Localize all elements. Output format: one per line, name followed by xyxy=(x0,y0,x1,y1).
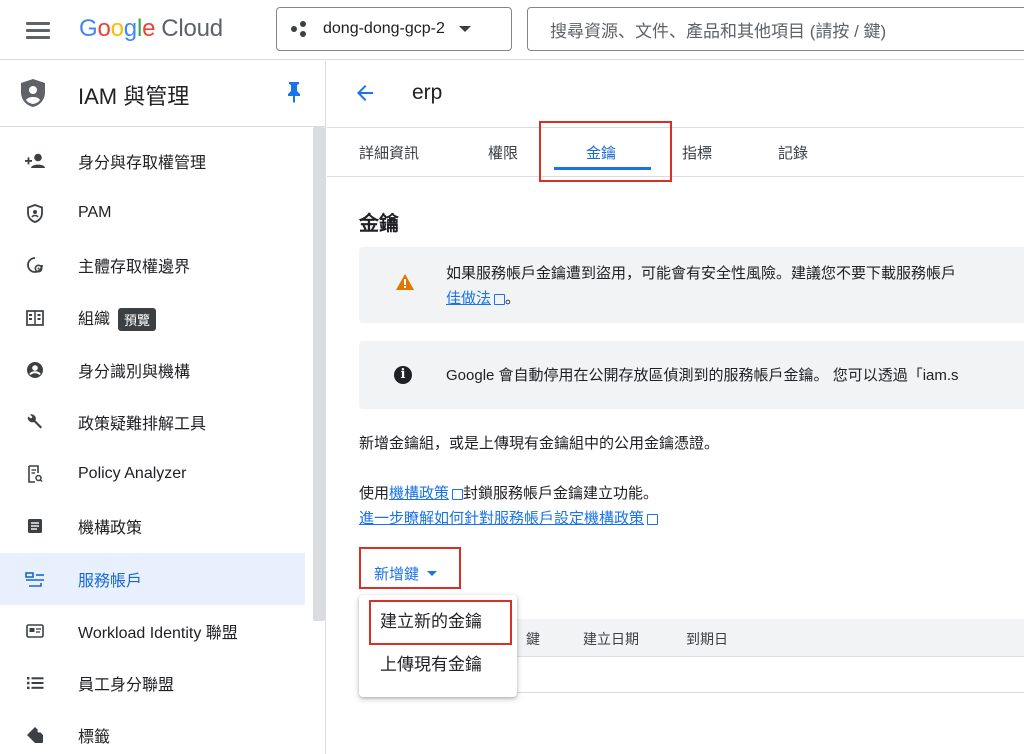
warning-banner: 如果服務帳戶金鑰遭到盜用，可能會有安全性風險。建議您不要下載服務帳戶 佳做法。 xyxy=(359,247,1024,323)
service-account-icon xyxy=(24,568,46,590)
org-policy-link[interactable]: 機構政策 xyxy=(389,485,449,502)
external-link-icon xyxy=(452,488,464,500)
tab-permissions[interactable]: 權限 xyxy=(488,142,518,163)
person-add-icon xyxy=(24,150,46,172)
info-text: Google 會自動停用在公開存放區偵測到的服務帳戶金鑰。 您可以透過「iam.… xyxy=(446,367,959,384)
tab-metrics[interactable]: 指標 xyxy=(682,142,712,163)
wrench-icon xyxy=(24,411,46,433)
column-header-created: 建立日期 xyxy=(583,631,639,647)
project-selector-button[interactable]: dong-dong-gcp-2 xyxy=(276,7,512,51)
sidebar-item-identity-organization[interactable]: 身分識別與機構 xyxy=(0,344,305,396)
sidebar-item-policy-troubleshooter[interactable]: 政策疑難排解工具 xyxy=(0,396,305,448)
search-input[interactable]: 搜尋資源、文件、產品和其他項目 (請按 / 鍵) xyxy=(527,7,1024,51)
boundary-icon xyxy=(24,254,46,276)
side-nav-list: 身分與存取權管理 PAM 主體存取權邊界 組織 預覽 身分識別與機構 政策疑難排… xyxy=(0,135,305,754)
external-link-icon xyxy=(647,513,659,525)
org-policy-description: 使用機構政策 封鎖服務帳戶金鑰建立功能。 進一步瞭解如何針對服務帳戶設定機構政策 xyxy=(359,485,659,527)
list-icon xyxy=(24,672,46,694)
side-navigation: IAM 與管理 身分與存取權管理 PAM 主體存取權邊界 組織 預覽 身分識別與… xyxy=(0,61,326,754)
preview-badge: 預覽 xyxy=(118,307,157,331)
highlight-box-add-key xyxy=(359,547,461,589)
document-icon xyxy=(24,515,46,537)
sidebar-item-org-policies[interactable]: 機構政策 xyxy=(0,500,305,552)
side-nav-header: IAM 與管理 xyxy=(0,61,325,127)
organization-icon xyxy=(24,307,46,329)
tab-details[interactable]: 詳細資訊 xyxy=(359,142,419,163)
sidebar-item-iam[interactable]: 身分與存取權管理 xyxy=(0,135,305,187)
product-title: IAM 與管理 xyxy=(78,84,190,109)
project-hierarchy-icon xyxy=(291,21,313,37)
best-practices-link[interactable]: 佳做法 xyxy=(446,290,491,307)
sidebar-item-principal-access-boundary[interactable]: 主體存取權邊界 xyxy=(0,239,305,291)
learn-more-link[interactable]: 進一步瞭解如何針對服務帳戶設定機構政策 xyxy=(359,510,644,527)
page-title: erp xyxy=(412,81,443,104)
tab-bar: 詳細資訊 權限 金鑰 指標 記錄 xyxy=(327,127,1024,177)
project-name: dong-dong-gcp-2 xyxy=(323,20,445,37)
sidebar-item-policy-analyzer[interactable]: Policy Analyzer xyxy=(0,448,305,500)
back-arrow-icon[interactable] xyxy=(353,81,377,105)
id-card-icon xyxy=(24,620,46,642)
sidebar-item-service-accounts[interactable]: 服務帳戶 xyxy=(0,552,305,605)
sidebar-item-tags[interactable]: 標籤 xyxy=(0,709,305,754)
tab-logs[interactable]: 記錄 xyxy=(778,142,808,163)
chevron-down-icon xyxy=(458,26,471,32)
menu-item-upload-existing-key[interactable]: 上傳現有金鑰 xyxy=(359,645,517,685)
info-banner: i Google 會自動停用在公開存放區偵測到的服務帳戶金鑰。 您可以透過「ia… xyxy=(359,341,1024,409)
main-content: erp 詳細資訊 權限 金鑰 指標 記錄 金鑰 如果服務帳戶金鑰遭到盜用，可能會… xyxy=(327,61,1024,754)
top-app-bar: Google Cloud dong-dong-gcp-2 搜尋資源、文件、產品和其… xyxy=(0,0,1024,60)
tag-icon xyxy=(24,724,46,746)
hamburger-menu-icon[interactable] xyxy=(26,18,50,42)
keys-description: 新增金鑰組，或是上傳現有金鑰組中的公用金鑰憑證。 xyxy=(359,435,720,452)
column-header-expires: 到期日 xyxy=(686,631,728,647)
policy-analyzer-icon xyxy=(24,463,46,485)
sidebar-item-organizations[interactable]: 組織 預覽 xyxy=(0,292,305,344)
column-header-key: 鍵 xyxy=(526,631,540,647)
google-cloud-logo[interactable]: Google Cloud xyxy=(79,14,223,44)
account-circle-icon xyxy=(24,359,46,381)
shield-badge-icon xyxy=(24,202,46,224)
sidebar-scrollbar[interactable] xyxy=(313,127,325,621)
sidebar-item-workload-identity[interactable]: Workload Identity 聯盟 xyxy=(0,605,305,657)
info-icon: i xyxy=(394,366,412,384)
iam-shield-icon xyxy=(21,79,45,107)
sidebar-item-label: 組織 xyxy=(78,310,111,328)
section-title: 金鑰 xyxy=(359,213,399,235)
sidebar-item-pam[interactable]: PAM xyxy=(0,187,305,239)
search-placeholder: 搜尋資源、文件、產品和其他項目 (請按 / 鍵) xyxy=(550,21,887,41)
external-link-icon xyxy=(494,293,506,305)
pin-icon[interactable] xyxy=(286,81,302,103)
warning-text: 如果服務帳戶金鑰遭到盜用，可能會有安全性風險。建議您不要下載服務帳戶 xyxy=(446,265,957,282)
highlight-box-create-key xyxy=(369,600,512,645)
sidebar-item-workforce-identity[interactable]: 員工身分聯盟 xyxy=(0,657,305,709)
highlight-box-keys-tab xyxy=(539,121,672,182)
warning-icon xyxy=(396,274,414,290)
